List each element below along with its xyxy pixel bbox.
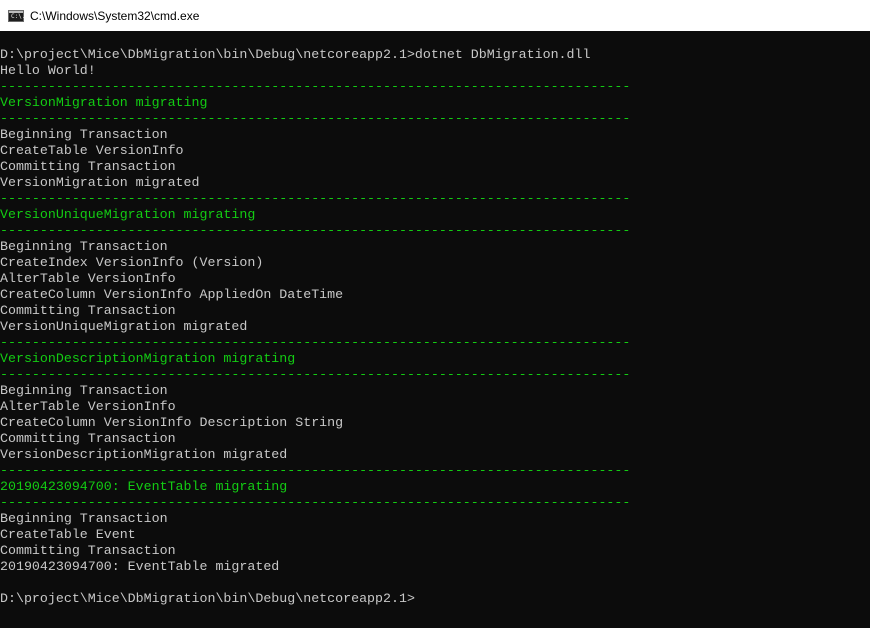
console-line: Beginning Transaction bbox=[0, 511, 168, 526]
console-line-highlight: ----------------------------------------… bbox=[0, 79, 631, 94]
console-line-highlight: 20190423094700: EventTable migrating bbox=[0, 479, 288, 494]
console-line: Beginning Transaction bbox=[0, 239, 168, 254]
console-line: CreateColumn VersionInfo AppliedOn DateT… bbox=[0, 287, 344, 302]
console-line: Hello World! bbox=[0, 63, 96, 78]
command-prompt[interactable]: D:\project\Mice\DbMigration\bin\Debug\ne… bbox=[0, 591, 870, 607]
console-line-highlight: ----------------------------------------… bbox=[0, 111, 631, 126]
console-line-highlight: ----------------------------------------… bbox=[0, 463, 631, 478]
console-line: AlterTable VersionInfo bbox=[0, 399, 176, 414]
title-bar[interactable]: C:\. C:\Windows\System32\cmd.exe bbox=[0, 0, 870, 31]
console-line: Committing Transaction bbox=[0, 431, 176, 446]
console-line-highlight: VersionUniqueMigration migrating bbox=[0, 207, 256, 222]
console-line-highlight: ----------------------------------------… bbox=[0, 191, 631, 206]
console-line-highlight: ----------------------------------------… bbox=[0, 495, 631, 510]
console-line-highlight: ----------------------------------------… bbox=[0, 367, 631, 382]
console-line-highlight: ----------------------------------------… bbox=[0, 335, 631, 350]
cmd-window: C:\. C:\Windows\System32\cmd.exe D:\proj… bbox=[0, 0, 870, 628]
console-line: 20190423094700: EventTable migrated bbox=[0, 559, 280, 574]
console-icon-glyph: C:\. bbox=[11, 12, 26, 20]
console-line-highlight: ----------------------------------------… bbox=[0, 223, 631, 238]
console-icon[interactable]: C:\. bbox=[8, 9, 26, 22]
console-line: VersionMigration migrated bbox=[0, 175, 200, 190]
window-title: C:\Windows\System32\cmd.exe bbox=[30, 8, 200, 23]
console-line: VersionDescriptionMigration migrated bbox=[0, 447, 288, 462]
console-line: VersionUniqueMigration migrated bbox=[0, 319, 248, 334]
console-line: Beginning Transaction bbox=[0, 383, 168, 398]
console-line: Committing Transaction bbox=[0, 303, 176, 318]
console-line: CreateIndex VersionInfo (Version) bbox=[0, 255, 264, 270]
console-line: CreateTable Event bbox=[0, 527, 136, 542]
console-line: CreateTable VersionInfo bbox=[0, 143, 184, 158]
console-line: AlterTable VersionInfo bbox=[0, 271, 176, 286]
console-line: Committing Transaction bbox=[0, 159, 176, 174]
console-output[interactable]: D:\project\Mice\DbMigration\bin\Debug\ne… bbox=[0, 47, 870, 607]
console-line: CreateColumn VersionInfo Description Str… bbox=[0, 415, 344, 430]
console-line-highlight: VersionMigration migrating bbox=[0, 95, 208, 110]
console-line: Committing Transaction bbox=[0, 543, 176, 558]
console-line: Beginning Transaction bbox=[0, 127, 168, 142]
console-line: D:\project\Mice\DbMigration\bin\Debug\ne… bbox=[0, 47, 591, 62]
console-line-highlight: VersionDescriptionMigration migrating bbox=[0, 351, 296, 366]
